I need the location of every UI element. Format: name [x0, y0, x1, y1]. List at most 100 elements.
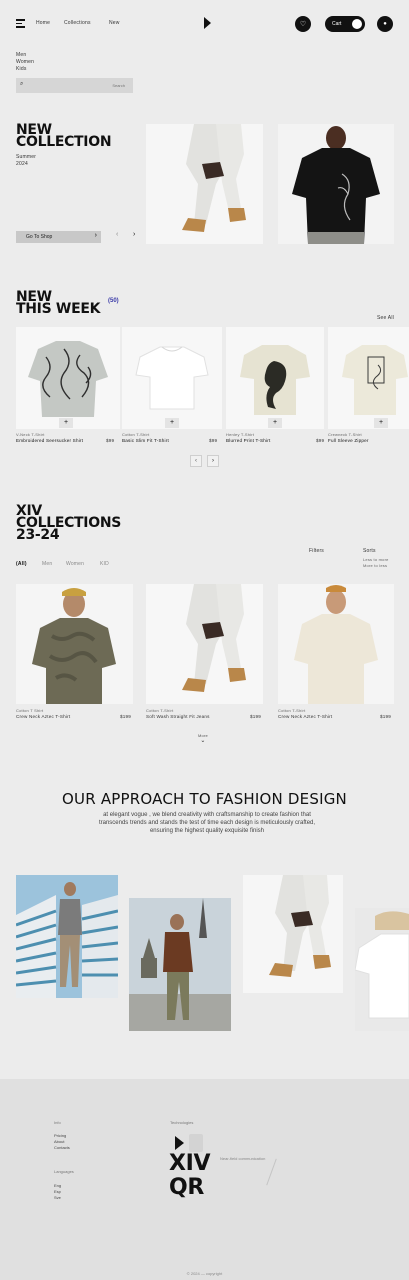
profile-button[interactable]: ● — [377, 16, 393, 32]
model-pants-illustration — [182, 124, 246, 232]
footer-col1-heading: Info — [54, 1120, 61, 1125]
collection-product-image[interactable] — [278, 584, 394, 704]
footer-link-contacts[interactable]: Contacts — [54, 1144, 70, 1151]
product-category: Cotton T Shirt — [16, 708, 44, 713]
model-pants-illustration — [182, 584, 246, 692]
sort-button[interactable]: Sorts — [363, 548, 376, 554]
gallery-image[interactable] — [16, 875, 118, 998]
add-to-cart-button[interactable]: + — [165, 418, 179, 428]
new-week-count: (50) — [108, 298, 119, 304]
product-category: Crewneck T-Shirt — [328, 432, 362, 437]
go-to-shop-label: Go To Shop — [26, 234, 53, 240]
footer-brand-line2: QR — [169, 1175, 205, 1200]
product-card-image[interactable]: + — [122, 327, 222, 429]
print-tshirt-illustration — [240, 345, 310, 415]
search-input[interactable] — [45, 81, 125, 90]
collection-product-image[interactable] — [146, 584, 263, 704]
sort-option[interactable]: Less to more — [363, 557, 389, 562]
menu-icon[interactable] — [16, 19, 25, 28]
favorites-button[interactable]: ♡ — [295, 16, 311, 32]
category-women[interactable]: Women — [16, 59, 34, 65]
collection-product-image[interactable] — [16, 584, 133, 704]
nav-link-collections[interactable]: Collections — [64, 20, 91, 26]
product-category: Henley T-Shirt — [226, 432, 255, 437]
cart-button[interactable]: Cart — [325, 16, 365, 32]
street-model-illustration — [129, 898, 231, 1031]
cream-tshirt-model-illustration — [294, 585, 378, 704]
gallery-image[interactable] — [243, 875, 343, 993]
cart-icon — [351, 18, 363, 30]
product-price: $99 — [316, 438, 325, 443]
chevron-down-icon: ⌄ — [200, 738, 206, 744]
footer-brand-line1: XIV — [169, 1151, 211, 1176]
product-name[interactable]: Blurred Print T-Shirt — [226, 438, 270, 443]
tab-all[interactable]: (All) — [16, 561, 27, 567]
cart-label: Cart — [332, 21, 342, 27]
product-name[interactable]: Basic Slim Fit T-Shirt — [122, 438, 169, 443]
filters-button[interactable]: Filters — [309, 548, 324, 554]
product-card-image[interactable]: + — [328, 327, 409, 429]
black-tshirt-illustration — [292, 126, 380, 244]
footer-tagline: Near-field communication — [220, 1156, 266, 1161]
product-category: Cotton T-Shirt — [146, 708, 174, 713]
product-category: Cotton T-Shirt — [278, 708, 306, 713]
hero-subtitle-line2: 2024 — [16, 161, 28, 167]
sketch-tshirt-illustration — [342, 345, 408, 415]
chevron-left-icon: ‹ — [116, 231, 119, 238]
add-to-cart-button[interactable]: + — [374, 418, 388, 428]
hero-prev-button[interactable]: ‹ — [116, 231, 118, 238]
new-week-title-line2: THIS WEEK — [16, 301, 101, 317]
footer-tech-label: Technologies — [170, 1120, 194, 1125]
hero-image-black-tshirt[interactable] — [278, 124, 394, 244]
search-icon: ⌕ — [20, 81, 24, 87]
product-price: $199 — [120, 714, 132, 719]
product-name[interactable]: Full Sleeve Zipper — [328, 438, 369, 443]
nav-link-new[interactable]: New — [109, 20, 120, 26]
white-tshirt-illustration — [355, 908, 409, 1031]
tab-women[interactable]: Women — [66, 561, 84, 567]
patterned-shirt-illustration — [28, 341, 108, 417]
building-model-illustration — [16, 875, 118, 998]
add-to-cart-button[interactable]: + — [59, 418, 73, 428]
category-men[interactable]: Men — [16, 52, 26, 58]
product-category: Cotton T-Shirt — [122, 432, 150, 437]
new-week-next-button[interactable]: › — [207, 455, 219, 467]
see-all-link[interactable]: See All — [377, 315, 394, 321]
tab-men[interactable]: Men — [42, 561, 52, 567]
product-name[interactable]: Crew Neck Aztec T-Shirt — [16, 714, 70, 719]
tab-kid[interactable]: KID — [100, 561, 109, 567]
heart-icon: ♡ — [299, 21, 307, 28]
hero-image-pants[interactable] — [146, 124, 263, 244]
model-pants-illustration — [269, 875, 331, 977]
chevron-left-icon: ‹ — [195, 458, 197, 464]
gallery-image[interactable] — [355, 908, 409, 1031]
approach-body: at elegant vogue , we blend creativity w… — [98, 812, 316, 834]
sort-option[interactable]: More to less — [363, 563, 387, 568]
search-bar[interactable]: ⌕ — [16, 78, 133, 93]
hero-title-line2: COLLECTION — [16, 134, 112, 150]
new-week-prev-button[interactable]: ‹ — [190, 455, 202, 467]
logo-icon[interactable] — [204, 17, 211, 29]
hero-next-button[interactable]: › — [133, 231, 135, 238]
category-kids[interactable]: Kids — [16, 66, 27, 72]
product-category: V-Neck T-Shirt — [16, 432, 45, 437]
product-card-image[interactable]: + — [226, 327, 324, 429]
chevron-right-icon: › — [133, 231, 136, 238]
collections-title-line3: 23-24 — [16, 527, 60, 543]
product-name[interactable]: Crew Neck Aztec T-Shirt — [278, 714, 332, 719]
product-name[interactable]: Embroidered Seersucker Shirt — [16, 438, 83, 443]
go-to-shop-button[interactable]: Go To Shop › — [16, 231, 101, 243]
product-name[interactable]: Soft Wash Straight Fit Jeans — [146, 714, 210, 719]
add-to-cart-button[interactable]: + — [268, 418, 282, 428]
more-button[interactable]: More ⌄ — [198, 733, 208, 744]
footer — [0, 1079, 409, 1280]
nav-link-home[interactable]: Home — [36, 20, 50, 26]
chevron-right-icon: › — [212, 458, 214, 464]
footer-col2-heading: Languages — [54, 1169, 74, 1174]
product-price: $99 — [209, 438, 218, 443]
product-card-image[interactable]: + — [16, 327, 120, 429]
footer-link-sve[interactable]: Sve — [54, 1194, 61, 1201]
gallery-image[interactable] — [129, 898, 231, 1031]
white-tshirt-illustration — [135, 346, 209, 410]
footer-logo-icon — [175, 1136, 184, 1150]
